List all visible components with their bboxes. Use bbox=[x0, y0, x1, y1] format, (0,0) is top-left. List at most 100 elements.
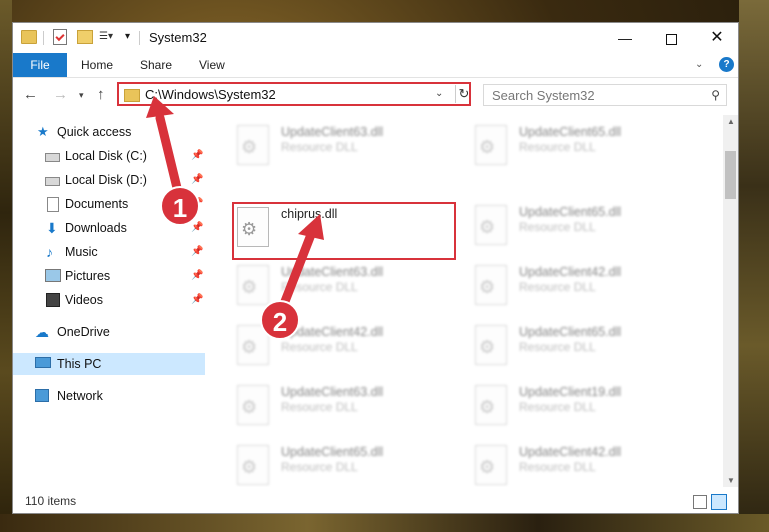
file-item[interactable]: ⚙ UpdateClient42.dll Resource DLL bbox=[473, 263, 703, 323]
maximize-icon bbox=[665, 33, 677, 45]
tab-share[interactable]: Share bbox=[140, 53, 172, 77]
address-path[interactable]: C:\Windows\System32 bbox=[145, 87, 276, 102]
file-type: Resource DLL bbox=[519, 140, 596, 154]
file-item[interactable]: ⚙ UpdateClient65.dll Resource DLL bbox=[235, 443, 465, 487]
sidebar-item-label: Quick access bbox=[57, 125, 132, 139]
sidebar-item-network[interactable]: Network bbox=[13, 385, 205, 407]
pictures-icon bbox=[45, 269, 61, 282]
expand-ribbon-icon[interactable]: ⌄ bbox=[695, 59, 703, 70]
tab-home[interactable]: Home bbox=[81, 53, 113, 77]
file-item[interactable]: ⚙ UpdateClient42.dll Resource DLL bbox=[473, 443, 703, 487]
sidebar-item-quick-access[interactable]: ★ Quick access bbox=[13, 121, 205, 143]
file-item[interactable]: ⚙ UpdateClient65.dll Resource DLL bbox=[473, 203, 703, 263]
up-button[interactable]: ↑ bbox=[97, 86, 105, 103]
sidebar-item-videos[interactable]: Videos 📌 bbox=[13, 289, 205, 311]
refresh-icon[interactable]: ↻ bbox=[455, 85, 472, 103]
sidebar-item-label: This PC bbox=[57, 357, 102, 371]
quick-access-dropdown-icon[interactable]: ▾ bbox=[125, 31, 130, 42]
documents-icon bbox=[47, 197, 59, 212]
file-type: Resource DLL bbox=[281, 280, 358, 294]
back-button[interactable]: ← bbox=[23, 86, 38, 103]
scroll-down-icon[interactable]: ▼ bbox=[727, 476, 735, 485]
step-2-callout: 2 bbox=[260, 300, 300, 340]
minimize-button[interactable]: — bbox=[602, 23, 648, 53]
dll-file-icon: ⚙ bbox=[475, 125, 509, 165]
file-name: UpdateClient19.dll bbox=[519, 385, 622, 399]
sidebar-item-pictures[interactable]: Pictures 📌 bbox=[13, 265, 205, 287]
dll-file-icon: ⚙ bbox=[237, 445, 271, 485]
address-dropdown-icon[interactable]: ⌄ bbox=[435, 88, 443, 99]
file-type: Resource DLL bbox=[519, 280, 596, 294]
pin-icon[interactable]: 📌 bbox=[191, 169, 203, 191]
file-item-chiprus[interactable]: ⚙ chiprus.dll bbox=[235, 205, 465, 265]
tab-view[interactable]: View bbox=[199, 53, 225, 77]
file-item[interactable]: ⚙ UpdateClient63.dll Resource DLL bbox=[235, 383, 465, 443]
file-name: UpdateClient65.dll bbox=[281, 445, 384, 459]
sidebar-item-this-pc[interactable]: This PC bbox=[13, 353, 205, 375]
pc-icon bbox=[35, 357, 51, 368]
pin-icon[interactable]: 📌 bbox=[191, 145, 203, 167]
desktop-background-left bbox=[0, 0, 12, 532]
file-name: chiprus.dll bbox=[281, 207, 338, 221]
disk-icon bbox=[45, 153, 60, 162]
pin-icon[interactable]: 📌 bbox=[191, 289, 203, 311]
star-icon: ★ bbox=[37, 124, 49, 139]
sidebar-item-label: Local Disk (D:) bbox=[65, 173, 147, 187]
search-placeholder: Search System32 bbox=[492, 88, 595, 103]
sidebar-item-label: Downloads bbox=[65, 221, 127, 235]
tab-file[interactable]: File bbox=[13, 53, 67, 77]
large-icons-view-icon[interactable] bbox=[711, 494, 727, 510]
customize-toolbar-icon[interactable]: ☰▾ bbox=[99, 30, 115, 42]
desktop-background-right bbox=[739, 0, 769, 532]
forward-button[interactable]: → bbox=[53, 86, 68, 103]
file-item[interactable]: ⚙ UpdateClient19.dll Resource DLL bbox=[473, 383, 703, 443]
dll-file-icon: ⚙ bbox=[475, 265, 509, 305]
navigation-bar: ← → ▾ ↑ C:\Windows\System32 ⌄ ↻ Search S… bbox=[13, 78, 738, 112]
file-type: Resource DLL bbox=[519, 220, 596, 234]
sidebar-item-label: Music bbox=[65, 245, 98, 259]
scroll-up-icon[interactable]: ▲ bbox=[727, 117, 735, 126]
downloads-icon: ⬇ bbox=[46, 220, 58, 236]
sidebar-item-label: Pictures bbox=[65, 269, 111, 283]
file-item[interactable]: ⚙ UpdateClient63.dll Resource DLL bbox=[235, 123, 465, 183]
folder-icon bbox=[124, 89, 140, 102]
file-item[interactable]: ⚙ UpdateClient65.dll Resource DLL bbox=[473, 323, 703, 383]
file-type: Resource DLL bbox=[519, 460, 596, 474]
dll-file-icon: ⚙ bbox=[237, 385, 271, 425]
pin-icon[interactable]: 📌 bbox=[191, 241, 203, 263]
scroll-thumb[interactable] bbox=[725, 151, 736, 199]
maximize-button[interactable] bbox=[648, 23, 694, 53]
properties-icon[interactable] bbox=[53, 29, 67, 45]
close-button[interactable]: ✕ bbox=[694, 23, 738, 53]
address-bar[interactable]: C:\Windows\System32 ⌄ ↻ bbox=[117, 82, 471, 106]
details-view-icon[interactable] bbox=[693, 495, 707, 509]
sidebar-item-label: Local Disk (C:) bbox=[65, 149, 147, 163]
sidebar-item-local-disk-c[interactable]: Local Disk (C:) 📌 bbox=[13, 145, 205, 167]
dll-file-icon: ⚙ bbox=[237, 207, 271, 247]
dll-file-icon: ⚙ bbox=[237, 265, 271, 305]
folder-icon bbox=[21, 30, 37, 44]
vertical-scrollbar[interactable]: ▲ ▼ bbox=[723, 115, 738, 487]
dll-file-icon: ⚙ bbox=[475, 205, 509, 245]
file-name: UpdateClient65.dll bbox=[519, 325, 622, 339]
file-name: UpdateClient42.dll bbox=[519, 265, 622, 279]
help-icon[interactable]: ? bbox=[719, 57, 734, 72]
file-type: Resource DLL bbox=[519, 400, 596, 414]
recent-locations-icon[interactable]: ▾ bbox=[79, 90, 84, 101]
ribbon: File Home Share View ⌄ ? bbox=[13, 53, 738, 78]
dll-file-icon: ⚙ bbox=[237, 125, 271, 165]
sidebar-item-music[interactable]: ♪ Music 📌 bbox=[13, 241, 205, 263]
file-name: UpdateClient42.dll bbox=[519, 445, 622, 459]
file-type: Resource DLL bbox=[281, 340, 358, 354]
search-input[interactable]: Search System32 ⚲ bbox=[483, 84, 727, 106]
file-name: UpdateClient63.dll bbox=[281, 125, 384, 139]
sidebar-item-onedrive[interactable]: ☁ OneDrive bbox=[13, 321, 205, 343]
search-icon[interactable]: ⚲ bbox=[711, 88, 720, 102]
new-folder-icon[interactable] bbox=[77, 30, 93, 44]
dll-file-icon: ⚙ bbox=[475, 385, 509, 425]
title-separator bbox=[139, 31, 140, 45]
navigation-pane: ★ Quick access Local Disk (C:) 📌 Local D… bbox=[13, 115, 207, 485]
pin-icon[interactable]: 📌 bbox=[191, 265, 203, 287]
disk-icon bbox=[45, 177, 60, 186]
file-item[interactable]: ⚙ UpdateClient65.dll Resource DLL bbox=[473, 123, 703, 183]
